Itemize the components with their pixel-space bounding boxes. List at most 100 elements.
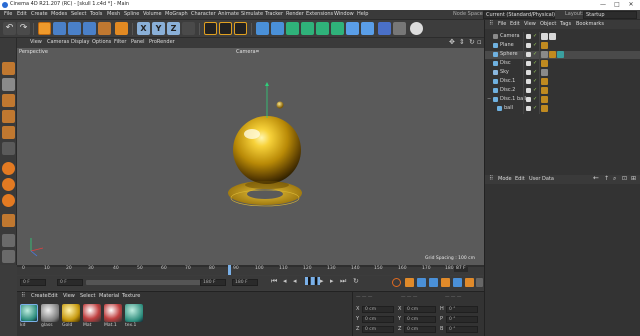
texture-mode-icon[interactable] (2, 78, 15, 91)
visibility-toggle[interactable]: ✓ (533, 61, 537, 66)
visibility-toggle[interactable]: ✓ (533, 88, 537, 93)
max-frame-field[interactable]: 180 F (232, 279, 258, 286)
visibility-toggle[interactable]: ✓ (533, 106, 537, 111)
visibility-toggle[interactable]: ✓ (533, 97, 537, 102)
render-settings-icon[interactable] (234, 22, 247, 35)
target-tag-icon[interactable] (541, 33, 548, 40)
menu-help[interactable]: Help (357, 12, 368, 17)
node-space-dropdown[interactable]: Current (Standard/Physical) (483, 11, 555, 19)
attrmgr-menu-user-data[interactable]: User Data (529, 177, 554, 182)
object-row[interactable]: Plane ✓ (485, 42, 640, 50)
menu-modes[interactable]: Modes (51, 12, 67, 17)
menu-extensions[interactable]: Extensions (306, 12, 333, 17)
material-tag-icon[interactable] (541, 105, 548, 112)
viewport-menu-panel[interactable]: Panel (131, 40, 145, 45)
cloner-icon[interactable] (301, 22, 314, 35)
matmgr-menu-edit[interactable]: Edit (48, 294, 58, 299)
go-to-start-icon[interactable]: ⏮ (271, 278, 277, 285)
menu-tools[interactable]: Tools (90, 12, 102, 17)
next-key-icon[interactable]: ▸ (330, 278, 334, 285)
menu-tracker[interactable]: Tracker (265, 12, 283, 17)
protection-tag-icon[interactable] (549, 33, 556, 40)
close-button[interactable]: ✕ (624, 1, 638, 9)
position-x-field[interactable]: 0 cm (362, 306, 394, 313)
menu-spline[interactable]: Spline (124, 12, 139, 17)
viewport-menu-display[interactable]: Display (71, 40, 89, 45)
visibility-toggle[interactable]: ✓ (533, 43, 537, 48)
objmgr-menu-file[interactable]: File (498, 22, 506, 27)
array-icon[interactable] (331, 22, 344, 35)
panel-grip-icon[interactable]: ⠿ (489, 21, 493, 27)
viewport-move-icon[interactable]: ✥ (449, 39, 455, 46)
viewport-maximize-icon[interactable]: ▫ (477, 39, 482, 46)
new-manager-icon[interactable]: ⊞ (631, 176, 636, 182)
keyframe-selection-icon[interactable] (417, 278, 426, 287)
visibility-toggle[interactable]: ✓ (533, 70, 537, 75)
deformer-icon[interactable] (346, 22, 359, 35)
objmgr-menu-object[interactable]: Object (540, 22, 556, 27)
size-y-field[interactable]: 0 cm (404, 316, 436, 323)
rotation-p-field[interactable]: 0 ° (446, 316, 478, 323)
layout-dropdown[interactable]: Startup (583, 11, 637, 19)
matmgr-menu-select[interactable]: Select (80, 294, 95, 299)
y-axis-lock-icon[interactable]: Y (152, 22, 165, 35)
scale-icon[interactable] (68, 22, 81, 35)
material-swatch[interactable] (125, 304, 143, 322)
visibility-toggle[interactable]: ✓ (533, 79, 537, 84)
menu-mograph[interactable]: MoGraph (165, 12, 188, 17)
playhead[interactable] (228, 265, 231, 275)
material-swatch[interactable] (104, 304, 122, 322)
menu-simulate[interactable]: Simulate (241, 12, 263, 17)
menu-create[interactable]: Create (31, 12, 48, 17)
record-keys-icon[interactable] (392, 278, 401, 287)
size-z-field[interactable]: 0 cm (404, 326, 436, 333)
viewport-menu-view[interactable]: View (30, 40, 42, 45)
object-row[interactable]: Disc.1 ✓ (485, 78, 640, 86)
z-axis-lock-icon[interactable]: Z (167, 22, 180, 35)
objmgr-menu-view[interactable]: View (524, 22, 536, 27)
render-view-icon[interactable] (204, 22, 217, 35)
preview-end-field[interactable]: 180 F (200, 279, 226, 286)
minimize-button[interactable]: — (596, 1, 610, 9)
up-arrow-icon[interactable]: ↑ (604, 176, 609, 182)
volume-builder-icon[interactable] (316, 22, 329, 35)
menu-edit[interactable]: Edit (17, 12, 27, 17)
objmgr-menu-edit[interactable]: Edit (510, 22, 520, 27)
rotation-h-field[interactable]: 0 ° (446, 306, 478, 313)
scale-key-icon[interactable] (441, 278, 450, 287)
subdivision-surface-icon[interactable] (286, 22, 299, 35)
panel-grip-icon[interactable]: ⠿ (489, 176, 493, 182)
current-frame-field[interactable]: 87 F (454, 266, 468, 272)
visibility-toggle[interactable]: ✓ (533, 34, 537, 39)
coordinate-system-icon[interactable] (182, 22, 195, 35)
points-mode-icon[interactable] (2, 94, 15, 107)
live-selection-icon[interactable] (38, 22, 51, 35)
min-frame-field[interactable]: 0 F (20, 279, 46, 286)
object-row[interactable]: ball ✓ (485, 105, 640, 113)
timeline-menu-icon[interactable] (476, 278, 483, 287)
material-tag-icon[interactable] (541, 87, 548, 94)
parameter-key-icon[interactable] (465, 278, 474, 287)
object-row[interactable]: − Disc.1 balls ✓ (485, 96, 640, 104)
next-frame-icon[interactable]: ▸ (320, 278, 324, 285)
objmgr-menu-tags[interactable]: Tags (560, 22, 571, 27)
menu-file[interactable]: File (4, 12, 12, 17)
preview-start-field[interactable]: 0 F (57, 279, 83, 286)
layer-checkbox[interactable] (526, 43, 531, 48)
rotation-b-field[interactable]: 0 ° (446, 326, 478, 333)
object-row[interactable]: Disc ✓ (485, 60, 640, 68)
layer-checkbox[interactable] (526, 97, 531, 102)
objmgr-menu-bookmarks[interactable]: Bookmarks (576, 22, 604, 27)
go-to-end-icon[interactable]: ⏭ (340, 278, 346, 285)
floor-icon[interactable] (378, 22, 391, 35)
render-picture-viewer-icon[interactable] (219, 22, 232, 35)
viewport-menu-options[interactable]: Options (92, 40, 111, 45)
undo-icon[interactable]: ↶ (3, 22, 16, 35)
layer-checkbox[interactable] (526, 79, 531, 84)
move-icon[interactable] (53, 22, 66, 35)
viewport-menu-filter[interactable]: Filter (114, 40, 126, 45)
rotate-icon[interactable] (83, 22, 96, 35)
menu-render[interactable]: Render (286, 12, 304, 17)
material-tag-icon[interactable] (549, 51, 556, 58)
snap-icon[interactable] (115, 22, 128, 35)
